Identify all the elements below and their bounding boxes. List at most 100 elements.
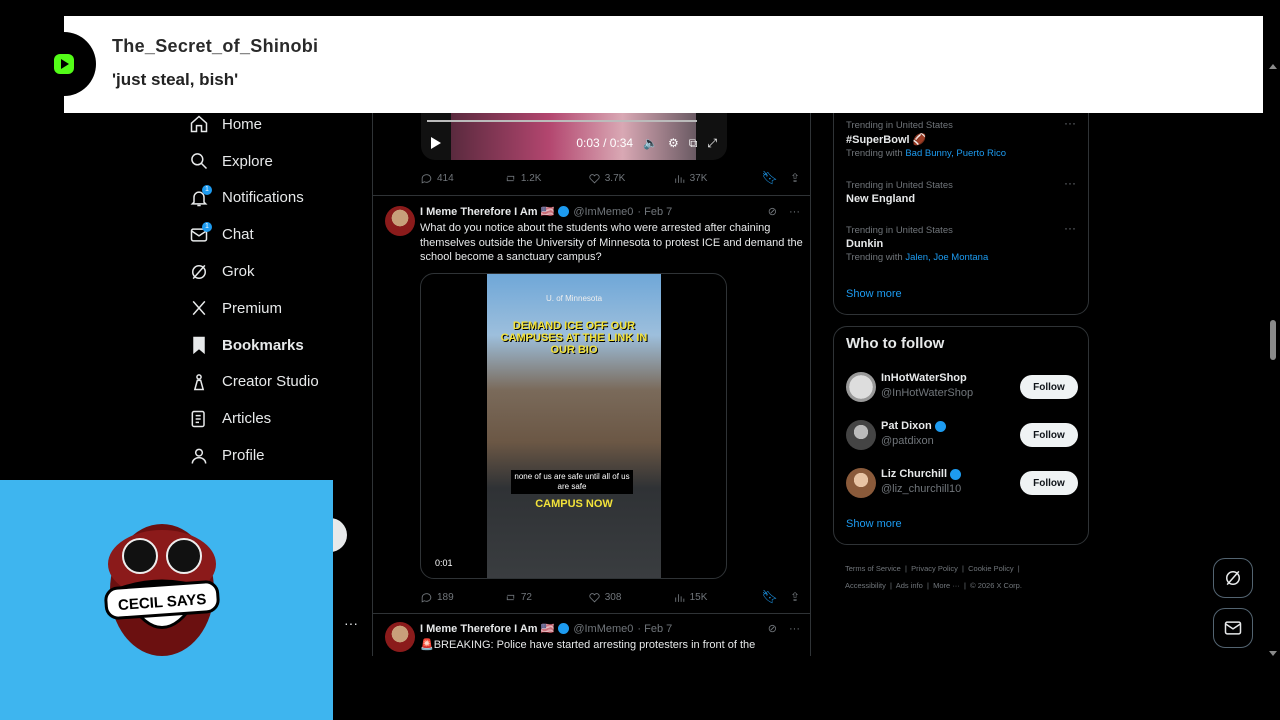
video-time: 0:01 xyxy=(435,558,453,568)
views-button[interactable]: 15K xyxy=(673,591,762,604)
more-icon[interactable]: ··· xyxy=(789,206,800,218)
video-player[interactable]: U. of Minnesota DEMAND ICE OFF OUR CAMPU… xyxy=(420,273,727,579)
avatar[interactable] xyxy=(846,420,876,450)
avatar[interactable] xyxy=(846,372,876,402)
footer-link-ads-info[interactable]: Ads info xyxy=(896,581,923,590)
trend-item[interactable]: Trending in United States New England ··… xyxy=(846,176,1078,205)
more-icon[interactable]: ··· xyxy=(1064,221,1076,235)
heart-icon xyxy=(589,592,600,602)
nav-profile[interactable]: Profile xyxy=(180,437,370,474)
nav-chat[interactable]: 1 Chat xyxy=(180,216,370,253)
bookmark-button[interactable]: 🔖︎ xyxy=(761,170,778,186)
follow-suggestion[interactable]: Liz Churchill @liz_churchill10 Follow xyxy=(846,467,1078,499)
nav-notifications[interactable]: 1 Notifications xyxy=(180,180,370,217)
views-icon xyxy=(674,174,684,183)
follow-suggestion[interactable]: InHotWaterShop @InHotWaterShop Follow xyxy=(846,371,1078,403)
video-time: 0:03 / 0:34 xyxy=(576,136,634,150)
footer-link-more[interactable]: More ··· xyxy=(933,581,960,590)
views-button[interactable]: 37K xyxy=(673,172,762,185)
page-scrollbar[interactable] xyxy=(1268,60,1278,660)
reply-button[interactable]: 414 xyxy=(420,172,504,185)
author-name[interactable]: I Meme Therefore I Am 🇺🇸 xyxy=(420,205,554,218)
who-to-follow-show-more-link[interactable]: Show more xyxy=(846,518,902,530)
footer-link-cookies[interactable]: Cookie Policy xyxy=(968,564,1013,573)
nav-articles[interactable]: Articles xyxy=(180,400,370,437)
post-date[interactable]: · Feb 7 xyxy=(637,206,672,218)
repost-button[interactable]: 72 xyxy=(504,591,588,604)
play-icon[interactable] xyxy=(431,137,441,149)
grok-icon[interactable]: ⊘ xyxy=(768,622,777,635)
nav-bookmarks[interactable]: Bookmarks xyxy=(180,327,370,364)
nav-grok[interactable]: Grok xyxy=(180,253,370,290)
post-header: I Meme Therefore I Am 🇺🇸 @ImMeme0 · Feb … xyxy=(420,205,800,219)
post-header: I Meme Therefore I Am 🇺🇸 @ImMeme0 · Feb … xyxy=(420,622,800,636)
fullscreen-icon[interactable]: ⤢ xyxy=(707,136,717,151)
video-progress-bar[interactable] xyxy=(427,120,697,122)
trend-item[interactable]: Trending in United States Dunkin Trendin… xyxy=(846,221,1078,263)
follow-button[interactable]: Follow xyxy=(1020,423,1078,447)
search-icon xyxy=(184,150,214,172)
volume-icon[interactable]: 🔈 xyxy=(643,136,658,150)
scroll-down-arrow[interactable] xyxy=(1269,651,1277,656)
account-name[interactable]: InHotWaterShop xyxy=(881,372,967,384)
alert-username: The_Secret_of_Shinobi xyxy=(112,36,319,56)
trends-show-more-link[interactable]: Show more xyxy=(846,288,902,300)
more-icon[interactable]: ··· xyxy=(1064,116,1076,130)
share-icon[interactable]: ⇪ xyxy=(790,171,800,185)
more-icon[interactable]: ··· xyxy=(344,615,358,631)
repost-button[interactable]: 1.2K xyxy=(504,172,588,185)
verified-badge-icon xyxy=(950,468,961,480)
follow-suggestion[interactable]: Pat Dixon @patdixon Follow xyxy=(846,419,1078,451)
post[interactable]: I Meme Therefore I Am 🇺🇸 @ImMeme0 · Feb … xyxy=(373,613,810,656)
follow-button[interactable]: Follow xyxy=(1020,471,1078,495)
footer-link-accessibility[interactable]: Accessibility xyxy=(845,581,886,590)
author-handle[interactable]: @ImMeme0 xyxy=(573,623,633,635)
footer-link-terms[interactable]: Terms of Service xyxy=(845,564,901,573)
nav-label: Articles xyxy=(222,410,272,428)
settings-icon[interactable]: ⚙ xyxy=(668,136,679,150)
nav-label: Premium xyxy=(222,299,283,317)
more-icon[interactable]: ··· xyxy=(789,623,800,635)
like-button[interactable]: 308 xyxy=(588,591,673,604)
follow-button[interactable]: Follow xyxy=(1020,375,1078,399)
account-name[interactable]: Liz Churchill xyxy=(881,468,961,480)
share-icon[interactable]: ⇪ xyxy=(790,590,800,604)
cecil-says-logo: CECIL SAYS xyxy=(104,524,220,656)
author-handle[interactable]: @ImMeme0 xyxy=(573,206,633,218)
verified-badge-icon xyxy=(558,623,570,634)
trend-context: Trending in United States xyxy=(846,120,953,131)
nav-creator-studio[interactable]: Creator Studio xyxy=(180,364,370,401)
post[interactable]: I Meme Therefore I Am 🇺🇸 @ImMeme0 · Feb … xyxy=(373,195,810,613)
nav-explore[interactable]: Explore xyxy=(180,143,370,180)
chat-badge: 1 xyxy=(202,221,212,232)
grok-float-button[interactable] xyxy=(1213,558,1253,598)
trend-title: New England xyxy=(846,193,916,205)
author-name[interactable]: I Meme Therefore I Am 🇺🇸 xyxy=(420,622,554,635)
post-date[interactable]: · Feb 7 xyxy=(637,623,672,635)
messages-float-button[interactable] xyxy=(1213,608,1253,648)
nav-premium[interactable]: Premium xyxy=(180,290,370,327)
bookmark-button[interactable]: 🔖︎ xyxy=(761,589,778,605)
trend-with: Trending with Jalen, Joe Montana xyxy=(846,252,989,263)
like-button[interactable]: 3.7K xyxy=(588,172,673,185)
video-caption-bottom: CAMPUS NOW xyxy=(535,498,613,510)
views-icon xyxy=(674,593,684,602)
alert-message: 'just steal, bish' xyxy=(112,70,239,89)
trend-item[interactable]: Trending in United States #SuperBowl 🏈 T… xyxy=(846,116,1078,159)
grok-icon xyxy=(1226,570,1240,586)
nav-label: Grok xyxy=(222,263,255,281)
avatar[interactable] xyxy=(846,468,876,498)
pip-icon[interactable]: ⧉ xyxy=(689,136,698,151)
account-name[interactable]: Pat Dixon xyxy=(881,420,946,432)
trend-context: Trending in United States xyxy=(846,225,953,236)
reply-icon xyxy=(421,592,432,603)
author-avatar[interactable] xyxy=(385,206,415,236)
scroll-up-arrow[interactable] xyxy=(1269,64,1277,69)
reply-button[interactable]: 189 xyxy=(420,591,504,604)
grok-icon[interactable]: ⊘ xyxy=(768,205,777,218)
video-player[interactable]: 0:03 / 0:34 🔈 ⚙ ⧉ ⤢ xyxy=(421,106,727,160)
scroll-thumb[interactable] xyxy=(1270,320,1276,360)
more-icon[interactable]: ··· xyxy=(1064,176,1076,190)
author-avatar[interactable] xyxy=(385,622,415,652)
footer-link-privacy[interactable]: Privacy Policy xyxy=(911,564,958,573)
